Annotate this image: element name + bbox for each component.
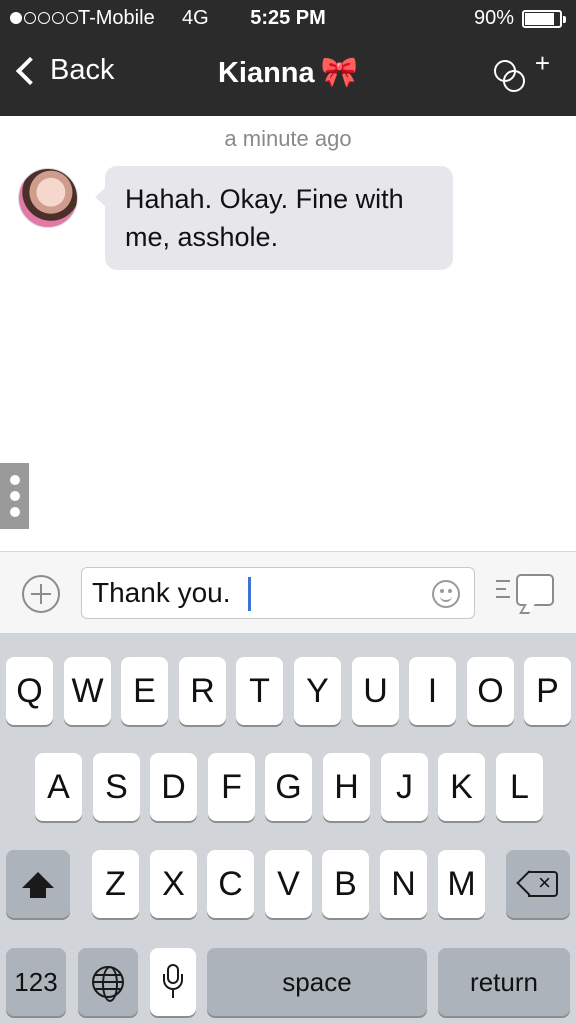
numbers-key[interactable]: 123: [6, 948, 66, 1016]
message-input-value: Thank you.: [92, 577, 231, 608]
key-o[interactable]: O: [467, 657, 514, 725]
shift-arrow-icon: [22, 872, 54, 898]
backspace-key[interactable]: ×: [506, 850, 570, 918]
globe-icon: [92, 966, 124, 1002]
key-t[interactable]: T: [236, 657, 283, 725]
message-input[interactable]: Thank you.: [81, 567, 475, 619]
key-e[interactable]: E: [121, 657, 168, 725]
line: [496, 588, 506, 590]
key-z[interactable]: Z: [92, 850, 139, 918]
key-q[interactable]: Q: [6, 657, 53, 725]
key-x[interactable]: X: [150, 850, 197, 918]
key-w[interactable]: W: [64, 657, 111, 725]
battery-icon: [522, 10, 566, 28]
smiley-icon[interactable]: [432, 580, 460, 608]
dot: [9, 491, 20, 501]
key-n[interactable]: N: [380, 850, 427, 918]
circle-shape: [503, 70, 525, 92]
key-v[interactable]: V: [265, 850, 312, 918]
keyboard: × 123 space return QWERTYUIOP ASDFGHJKL ZX…: [0, 633, 576, 1024]
plus-icon[interactable]: [22, 575, 60, 613]
mic-stem: [172, 990, 174, 998]
add-to-group-icon[interactable]: +: [494, 48, 550, 96]
key-g[interactable]: G: [265, 753, 312, 821]
shift-key[interactable]: [6, 850, 70, 918]
key-b[interactable]: B: [322, 850, 369, 918]
key-m[interactable]: M: [438, 850, 485, 918]
line: [496, 596, 510, 598]
key-u[interactable]: U: [352, 657, 399, 725]
key-i[interactable]: I: [409, 657, 456, 725]
plus-glyph: +: [534, 48, 550, 78]
text-caret: [248, 577, 251, 611]
battery-percent: 90%: [473, 7, 514, 29]
side-menu-handle[interactable]: [0, 463, 29, 529]
key-h[interactable]: H: [323, 753, 370, 821]
chat-area[interactable]: a minute ago Hahah. Okay. Fine with me, …: [0, 116, 576, 552]
quick-reply-icon[interactable]: [496, 574, 558, 616]
key-f[interactable]: F: [208, 753, 255, 821]
backspace-icon: ×: [516, 870, 558, 897]
message-bubble[interactable]: Hahah. Okay. Fine with me, asshole.: [95, 166, 453, 270]
key-a[interactable]: A: [35, 753, 82, 821]
globe-key[interactable]: [78, 948, 138, 1016]
key-j[interactable]: J: [381, 753, 428, 821]
conversation-title: Kianna 🎀: [0, 55, 576, 90]
key-k[interactable]: K: [438, 753, 485, 821]
mic-cup: [163, 974, 183, 990]
message-input-bar: Thank you.: [0, 551, 576, 633]
x-glyph: ×: [538, 870, 551, 895]
speech-box: [516, 574, 554, 606]
key-d[interactable]: D: [150, 753, 197, 821]
key-y[interactable]: Y: [294, 657, 341, 725]
lines-graphic: [496, 580, 510, 604]
line: [496, 580, 510, 582]
return-key[interactable]: return: [438, 948, 570, 1016]
message-timestamp: a minute ago: [224, 126, 352, 151]
dot: [9, 507, 20, 517]
key-l[interactable]: L: [496, 753, 543, 821]
key-r[interactable]: R: [179, 657, 226, 725]
microphone-icon: [163, 964, 183, 1000]
dot: [9, 475, 20, 485]
navigation-bar: Back Kianna 🎀 +: [0, 38, 576, 116]
battery-fill: [525, 13, 554, 25]
space-key[interactable]: space: [207, 948, 427, 1016]
dictation-key[interactable]: [150, 948, 196, 1016]
key-p[interactable]: P: [524, 657, 571, 725]
key-c[interactable]: C: [207, 850, 254, 918]
contact-name: Kianna: [217, 57, 315, 89]
key-s[interactable]: S: [93, 753, 140, 821]
avatar[interactable]: [18, 168, 78, 228]
status-bar: T-Mobile 4G 5:25 PM 90%: [0, 0, 576, 38]
ribbon-emoji: 🎀: [320, 56, 359, 89]
top-bar: T-Mobile 4G 5:25 PM 90% Back Kianna 🎀 +: [0, 0, 576, 116]
